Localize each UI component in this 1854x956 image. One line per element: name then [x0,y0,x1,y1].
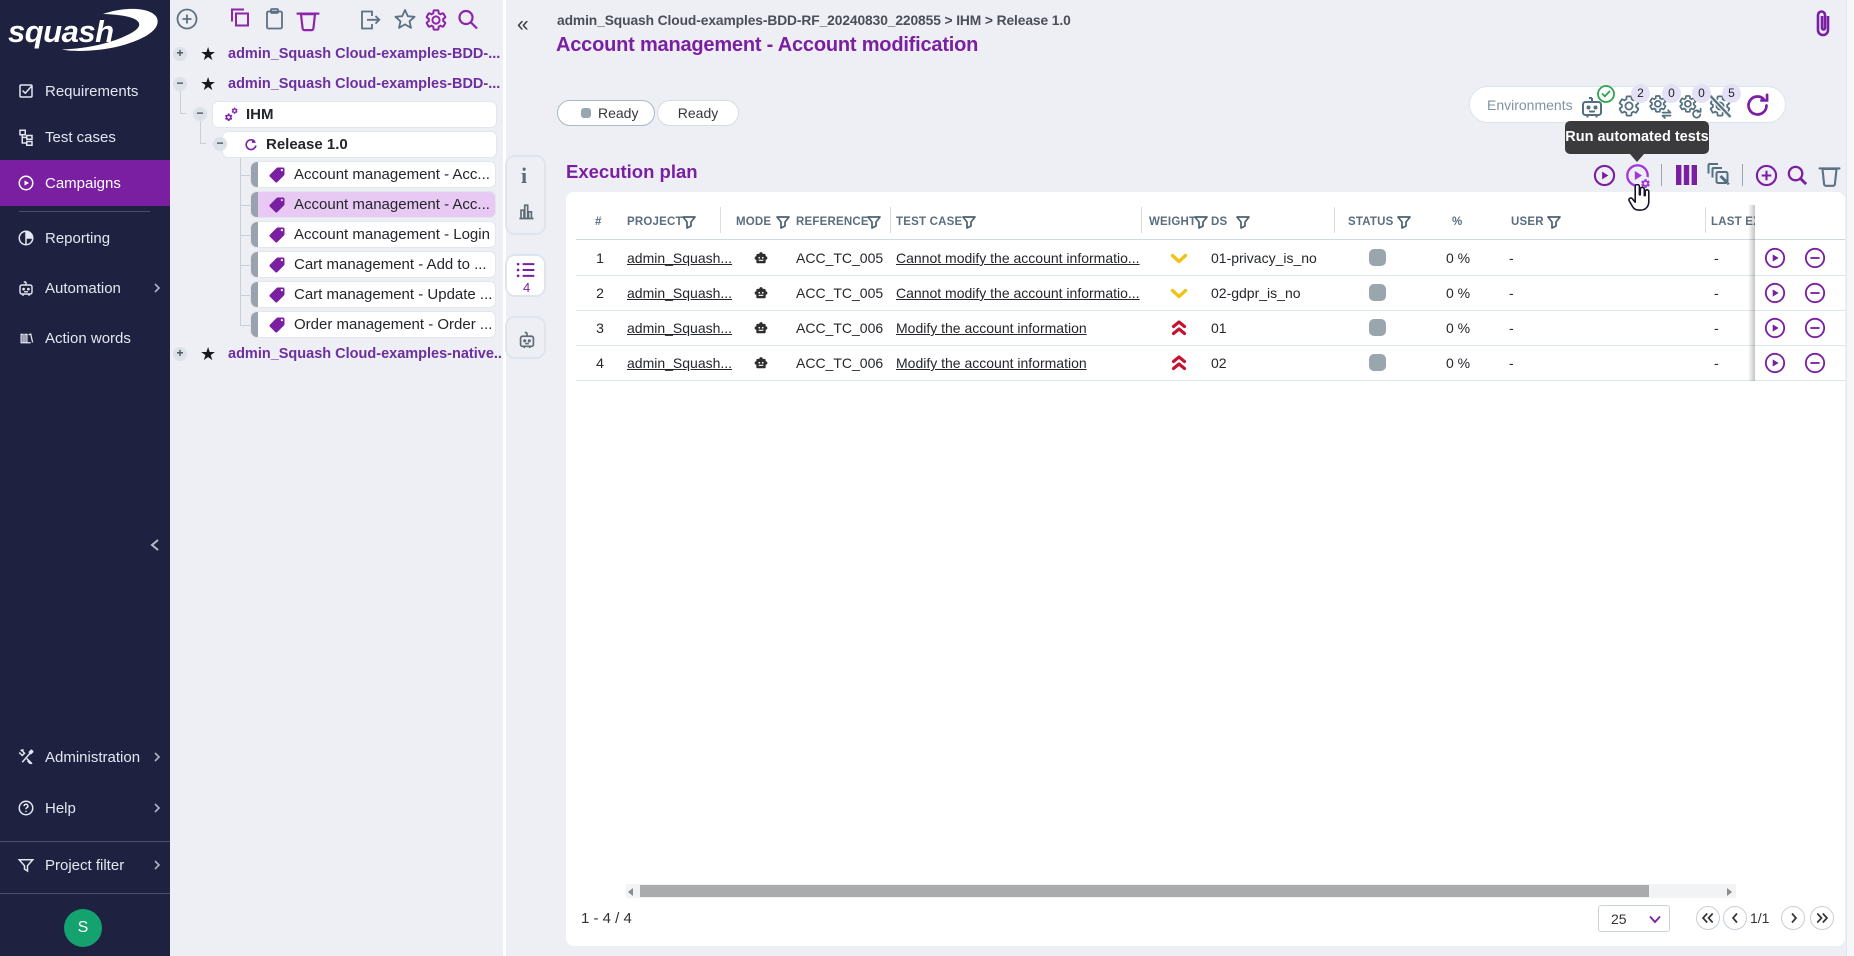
svg-text:squash: squash [8,14,114,49]
